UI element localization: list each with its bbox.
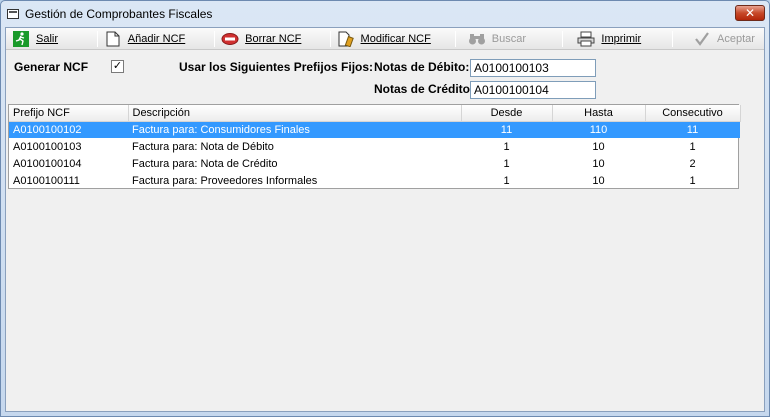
cell-prefijo: A0100100102 [9, 121, 128, 138]
toolbar-separator [454, 30, 456, 47]
aceptar-label: Aceptar [717, 32, 755, 45]
main-window: Gestión de Comprobantes Fiscales ✕ Salir… [0, 0, 770, 417]
binoculars-icon [468, 31, 486, 47]
cell-prefijo: A0100100103 [13, 140, 82, 153]
cell-hasta: 10 [592, 174, 605, 187]
exit-icon [12, 30, 30, 47]
notas-credito-label: Notas de Crédito: [374, 82, 475, 96]
generar-ncf-checkbox[interactable]: ✓ [111, 60, 124, 73]
salir-button[interactable]: Salir [6, 29, 95, 49]
cell-desde: 1 [503, 140, 510, 153]
cell-desde: 11 [461, 121, 552, 138]
imprimir-label: Imprimir [601, 32, 642, 45]
cell-hasta: 10 [592, 140, 605, 153]
cell-desde: 1 [503, 157, 510, 170]
generar-ncf-label: Generar NCF [14, 60, 89, 74]
toolbar: Salir Añadir NCF Borrar NCF Modificar NC… [6, 28, 764, 50]
ncf-table[interactable]: Prefijo NCF Descripción Desde Hasta Cons… [8, 104, 741, 189]
cell-descripcion: Factura para: Nota de Crédito [132, 157, 278, 170]
cell-descripcion: Factura para: Consumidores Finales [128, 121, 461, 138]
toolbar-separator [214, 30, 216, 47]
cell-desde: 1 [503, 174, 510, 187]
table-row[interactable]: A0100100103 Factura para: Nota de Débito… [9, 138, 740, 155]
notas-credito-input[interactable] [470, 81, 596, 99]
imprimir-button[interactable]: Imprimir [565, 29, 670, 49]
aceptar-button[interactable]: Aceptar [675, 29, 764, 49]
toolbar-separator [329, 30, 331, 47]
column-header-consecutivo[interactable]: Consecutivo [645, 105, 741, 122]
cell-consecutivo: 1 [689, 140, 696, 153]
borrar-ncf-label: Borrar NCF [245, 32, 302, 45]
cell-prefijo: A0100100111 [13, 174, 80, 187]
modificar-ncf-button[interactable]: Modificar NCF [333, 29, 453, 49]
column-header-prefijo[interactable]: Prefijo NCF [9, 105, 129, 122]
borrar-ncf-button[interactable]: Borrar NCF [217, 29, 327, 49]
client-area: Salir Añadir NCF Borrar NCF Modificar NC… [5, 27, 765, 412]
table-row[interactable]: A0100100104 Factura para: Nota de Crédit… [9, 155, 740, 172]
anadir-ncf-label: Añadir NCF [127, 32, 186, 45]
window-title: Gestión de Comprobantes Fiscales [25, 7, 213, 21]
toolbar-separator [562, 30, 564, 47]
notas-debito-label: Notas de Débito: [374, 60, 470, 74]
edit-document-icon [337, 31, 355, 47]
buscar-button[interactable]: Buscar [458, 29, 561, 49]
delete-icon [221, 31, 239, 47]
title-bar[interactable]: Gestión de Comprobantes Fiscales ✕ [1, 1, 769, 27]
cell-prefijo: A0100100104 [13, 157, 82, 170]
toolbar-separator [672, 30, 674, 47]
toolbar-separator [96, 30, 98, 47]
column-header-descripcion[interactable]: Descripción [128, 105, 462, 122]
table-row[interactable]: A0100100102 Factura para: Consumidores F… [9, 121, 740, 138]
cell-hasta: 110 [552, 121, 645, 138]
prefijos-fijos-label: Usar los Siguientes Prefijos Fijos: [179, 60, 374, 74]
cell-consecutivo: 11 [645, 121, 740, 138]
anadir-ncf-button[interactable]: Añadir NCF [100, 29, 212, 49]
printer-icon [577, 31, 595, 47]
column-header-hasta[interactable]: Hasta [552, 105, 646, 122]
notas-debito-input[interactable] [470, 59, 596, 77]
cell-descripcion: Factura para: Proveedores Informales [132, 174, 318, 187]
cell-consecutivo: 1 [689, 174, 696, 187]
window-icon [7, 9, 19, 19]
checkmark-icon [693, 31, 711, 47]
buscar-label: Buscar [491, 32, 527, 45]
close-button[interactable]: ✕ [735, 5, 765, 21]
salir-label: Salir [36, 32, 59, 45]
cell-hasta: 10 [592, 157, 605, 170]
cell-descripcion: Factura para: Nota de Débito [132, 140, 274, 153]
column-header-desde[interactable]: Desde [461, 105, 553, 122]
table-header: Prefijo NCF Descripción Desde Hasta Cons… [9, 105, 741, 122]
table-row[interactable]: A0100100111 Factura para: Proveedores In… [9, 172, 740, 189]
new-document-icon [104, 31, 122, 47]
modificar-ncf-label: Modificar NCF [360, 32, 431, 45]
cell-consecutivo: 2 [689, 157, 696, 170]
